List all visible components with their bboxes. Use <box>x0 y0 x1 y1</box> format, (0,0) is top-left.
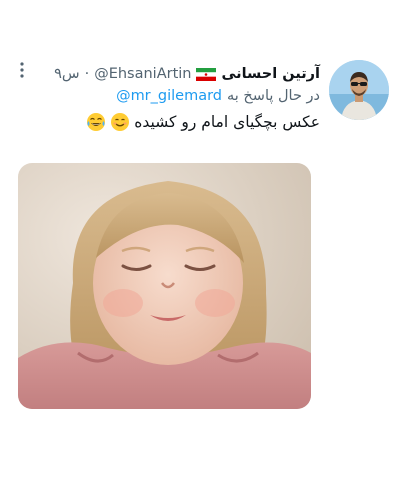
smiling-face-icon <box>110 112 130 132</box>
tweet-header: آرتین احسانی @EhsaniArtin · ۹س <box>40 63 320 85</box>
user-handle[interactable]: @EhsaniArtin <box>94 66 191 82</box>
timestamp[interactable]: ۹س <box>54 66 80 82</box>
reply-label: در حال پاسخ به <box>227 88 320 104</box>
tears-of-joy-icon <box>86 112 106 132</box>
tweet-text: عکس بچگیای امام رو کشیده <box>40 110 320 134</box>
tweet-media-image[interactable] <box>18 163 311 409</box>
display-name[interactable]: آرتین احسانی <box>221 66 320 82</box>
separator: · <box>84 66 90 82</box>
reply-to-user-link[interactable]: @mr_gilemard <box>116 88 222 104</box>
tweet: آرتین احسانی @EhsaniArtin · ۹س در حال پا… <box>0 0 400 500</box>
iran-flag-icon <box>196 67 217 81</box>
tweet-body: عکس بچگیای امام رو کشیده <box>134 113 320 131</box>
reply-context: در حال پاسخ به @mr_gilemard <box>40 86 320 106</box>
more-vertical-icon[interactable] <box>14 60 30 82</box>
avatar[interactable] <box>329 60 389 120</box>
